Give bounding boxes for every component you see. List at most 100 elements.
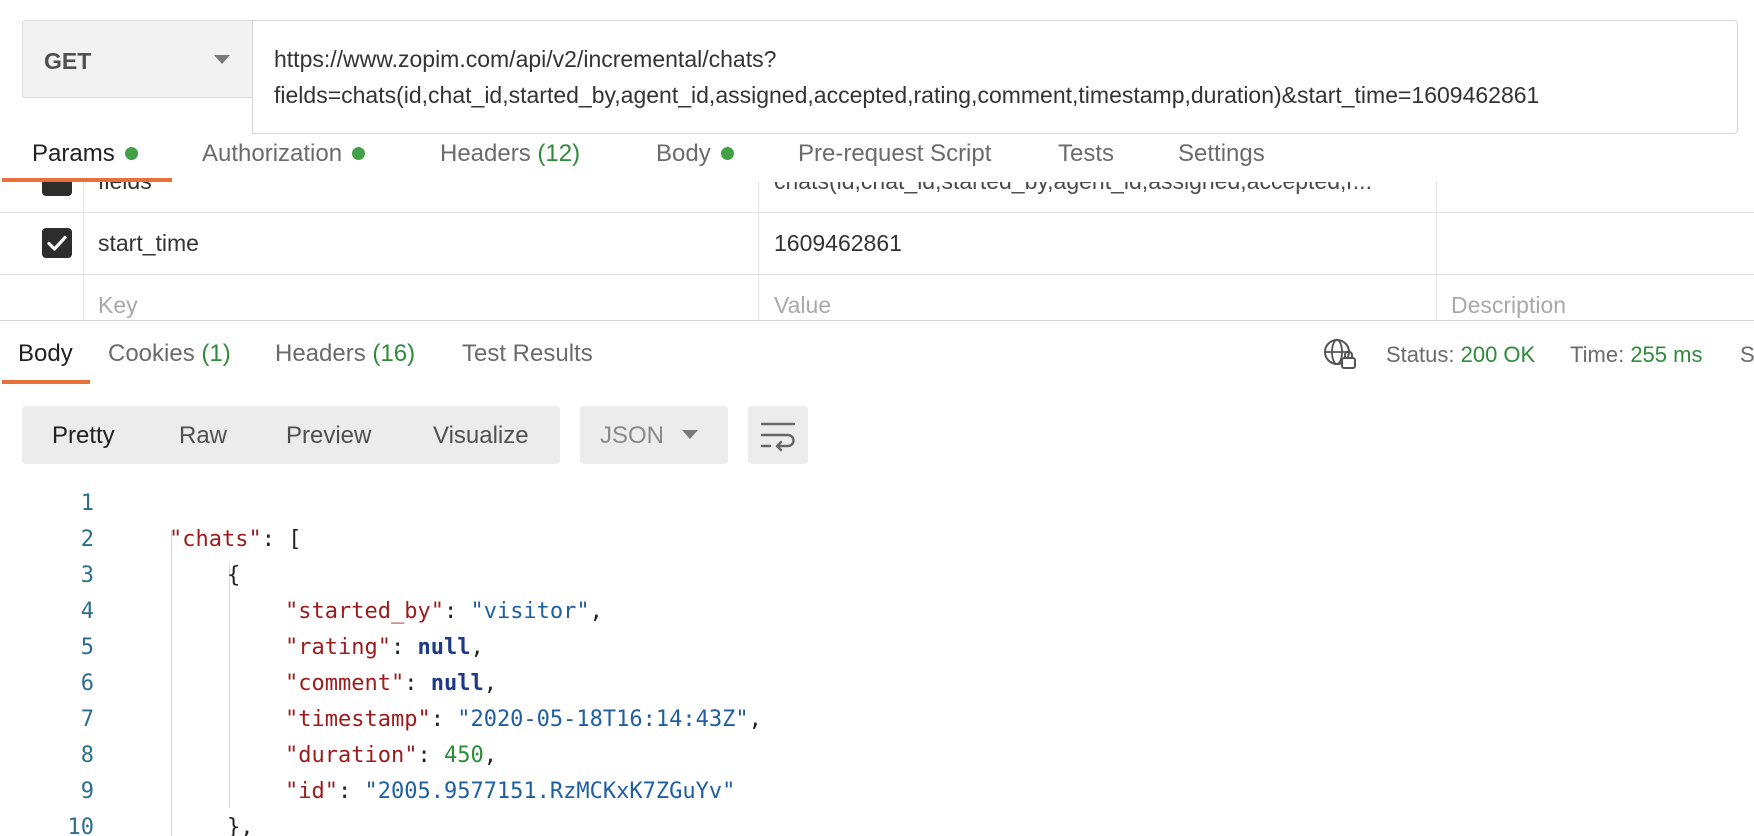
method-label: GET <box>44 48 92 74</box>
response-tab-cookies-label: Cookies <box>108 340 195 367</box>
wrap-lines-button[interactable] <box>748 406 808 464</box>
line-number: 1 <box>80 491 94 516</box>
response-body-code[interactable]: 1 2 3 4 5 6 7 8 9 10 "chats": [ { "start… <box>0 486 1754 836</box>
json-key: "started_by" <box>285 599 444 624</box>
indent-guide <box>229 564 230 808</box>
json-value: "2020-05-18T16:14:43Z" <box>457 707 749 732</box>
active-response-tab-indicator <box>2 380 90 384</box>
json-key: "id" <box>285 779 338 804</box>
response-tab-headers-label: Headers <box>275 340 366 367</box>
response-tab-headers-count: (16) <box>372 340 416 367</box>
code-line: "comment": null, <box>285 671 497 696</box>
table-divider <box>758 182 759 320</box>
code-line: "id": "2005.9577151.RzMCKxK7ZGuYv" <box>285 779 736 804</box>
response-tab-body[interactable]: Body <box>18 340 73 368</box>
tab-body[interactable]: Body <box>656 140 734 168</box>
mode-preview-button[interactable]: Preview <box>286 422 371 450</box>
new-key-input[interactable]: Key <box>98 292 138 319</box>
chevron-down-icon <box>682 430 698 439</box>
status-dot-icon <box>720 147 734 160</box>
tab-authorization[interactable]: Authorization <box>202 140 366 168</box>
json-value: "visitor" <box>470 599 590 624</box>
globe-lock-icon[interactable] <box>1322 336 1358 372</box>
json-value: null <box>417 635 471 660</box>
response-status: Status: 200 OK <box>1386 342 1535 368</box>
tab-authorization-label: Authorization <box>202 140 343 167</box>
tab-pre-request-script[interactable]: Pre-request Script <box>798 140 991 168</box>
url-text-line-2: fields=chats(id,chat_id,started_by,agent… <box>274 82 1540 108</box>
status-dot-icon <box>352 147 366 160</box>
status-dot-icon <box>124 147 138 160</box>
tab-tests-label: Tests <box>1058 140 1115 167</box>
json-key: "rating" <box>285 635 391 660</box>
code-line: "duration": 450, <box>285 743 497 768</box>
check-icon <box>47 235 67 251</box>
tab-settings-label: Settings <box>1178 140 1265 167</box>
new-value-input[interactable]: Value <box>774 292 831 319</box>
json-value: 450 <box>443 743 484 768</box>
params-row-fields: fields chats(id,chat_id,started_by,agent… <box>0 182 1754 196</box>
tab-headers[interactable]: Headers (12) <box>440 140 580 168</box>
mode-visualize-button[interactable]: Visualize <box>433 422 529 450</box>
response-tab-cookies-count: (1) <box>201 340 231 367</box>
table-divider <box>0 320 1754 321</box>
url-input[interactable] <box>252 20 1738 134</box>
tab-headers-label: Headers <box>440 140 531 167</box>
format-label: JSON <box>600 422 665 449</box>
wrap-lines-icon <box>760 422 796 452</box>
checkbox-start-time[interactable] <box>42 228 72 258</box>
json-key: "duration" <box>285 743 418 768</box>
tab-body-label: Body <box>656 140 711 167</box>
tab-params[interactable]: Params <box>32 140 138 168</box>
time-label: Time: <box>1570 342 1625 367</box>
param-key-start-time[interactable]: start_time <box>98 230 199 257</box>
line-number: 3 <box>80 563 94 588</box>
line-number: 10 <box>67 815 95 836</box>
json-key: "timestamp" <box>285 707 431 732</box>
chevron-down-icon[interactable] <box>214 55 230 64</box>
response-tab-headers[interactable]: Headers (16) <box>275 340 415 368</box>
checkbox-fields[interactable] <box>42 182 72 196</box>
mode-pretty-button[interactable]: Pretty <box>52 422 115 450</box>
code-line: "rating": null, <box>285 635 484 660</box>
tab-settings[interactable]: Settings <box>1178 140 1265 168</box>
tab-tests[interactable]: Tests <box>1058 140 1114 168</box>
code-line: "chats": [ <box>169 527 302 552</box>
code-line: { <box>227 563 241 588</box>
table-divider <box>0 274 1754 275</box>
line-number: 2 <box>80 527 94 552</box>
code-line: "started_by": "visitor", <box>285 599 603 624</box>
param-value-fields: chats(id,chat_id,started_by,agent_id,ass… <box>774 182 1420 195</box>
line-number: 4 <box>80 599 94 624</box>
new-description-input[interactable]: Description <box>1451 292 1566 319</box>
param-value-start-time[interactable]: 1609462861 <box>774 230 902 257</box>
response-tab-cookies[interactable]: Cookies (1) <box>108 340 231 368</box>
url-text-line-1: https://www.zopim.com/api/v2/incremental… <box>274 46 777 72</box>
code-line: "timestamp": "2020-05-18T16:14:43Z", <box>285 707 762 732</box>
line-number: 9 <box>80 779 94 804</box>
mode-raw-button[interactable]: Raw <box>179 422 227 450</box>
line-number: 7 <box>80 707 94 732</box>
tab-params-label: Params <box>32 140 115 167</box>
response-tab-test-results[interactable]: Test Results <box>462 340 593 368</box>
code-line: }, <box>227 815 254 836</box>
response-tab-test-results-label: Test Results <box>462 340 593 367</box>
tab-headers-count: (12) <box>537 140 581 167</box>
json-value: "2005.9577151.RzMCKxK7ZGuYv" <box>364 779 736 804</box>
size-label: S <box>1740 342 1754 367</box>
table-divider <box>1436 182 1437 320</box>
json-key: "comment" <box>285 671 405 696</box>
table-divider <box>83 182 84 320</box>
json-value: null <box>430 671 484 696</box>
response-tab-body-label: Body <box>18 340 73 367</box>
status-value: 200 OK <box>1460 342 1536 367</box>
line-number: 6 <box>80 671 94 696</box>
tab-pre-request-script-label: Pre-request Script <box>798 140 992 167</box>
line-number: 8 <box>80 743 94 768</box>
table-divider <box>0 212 1754 213</box>
time-value: 255 ms <box>1630 342 1703 367</box>
json-key: "chats" <box>169 527 262 552</box>
response-time: Time: 255 ms <box>1570 342 1702 368</box>
param-key-fields: fields <box>98 182 152 195</box>
status-label: Status: <box>1386 342 1455 367</box>
